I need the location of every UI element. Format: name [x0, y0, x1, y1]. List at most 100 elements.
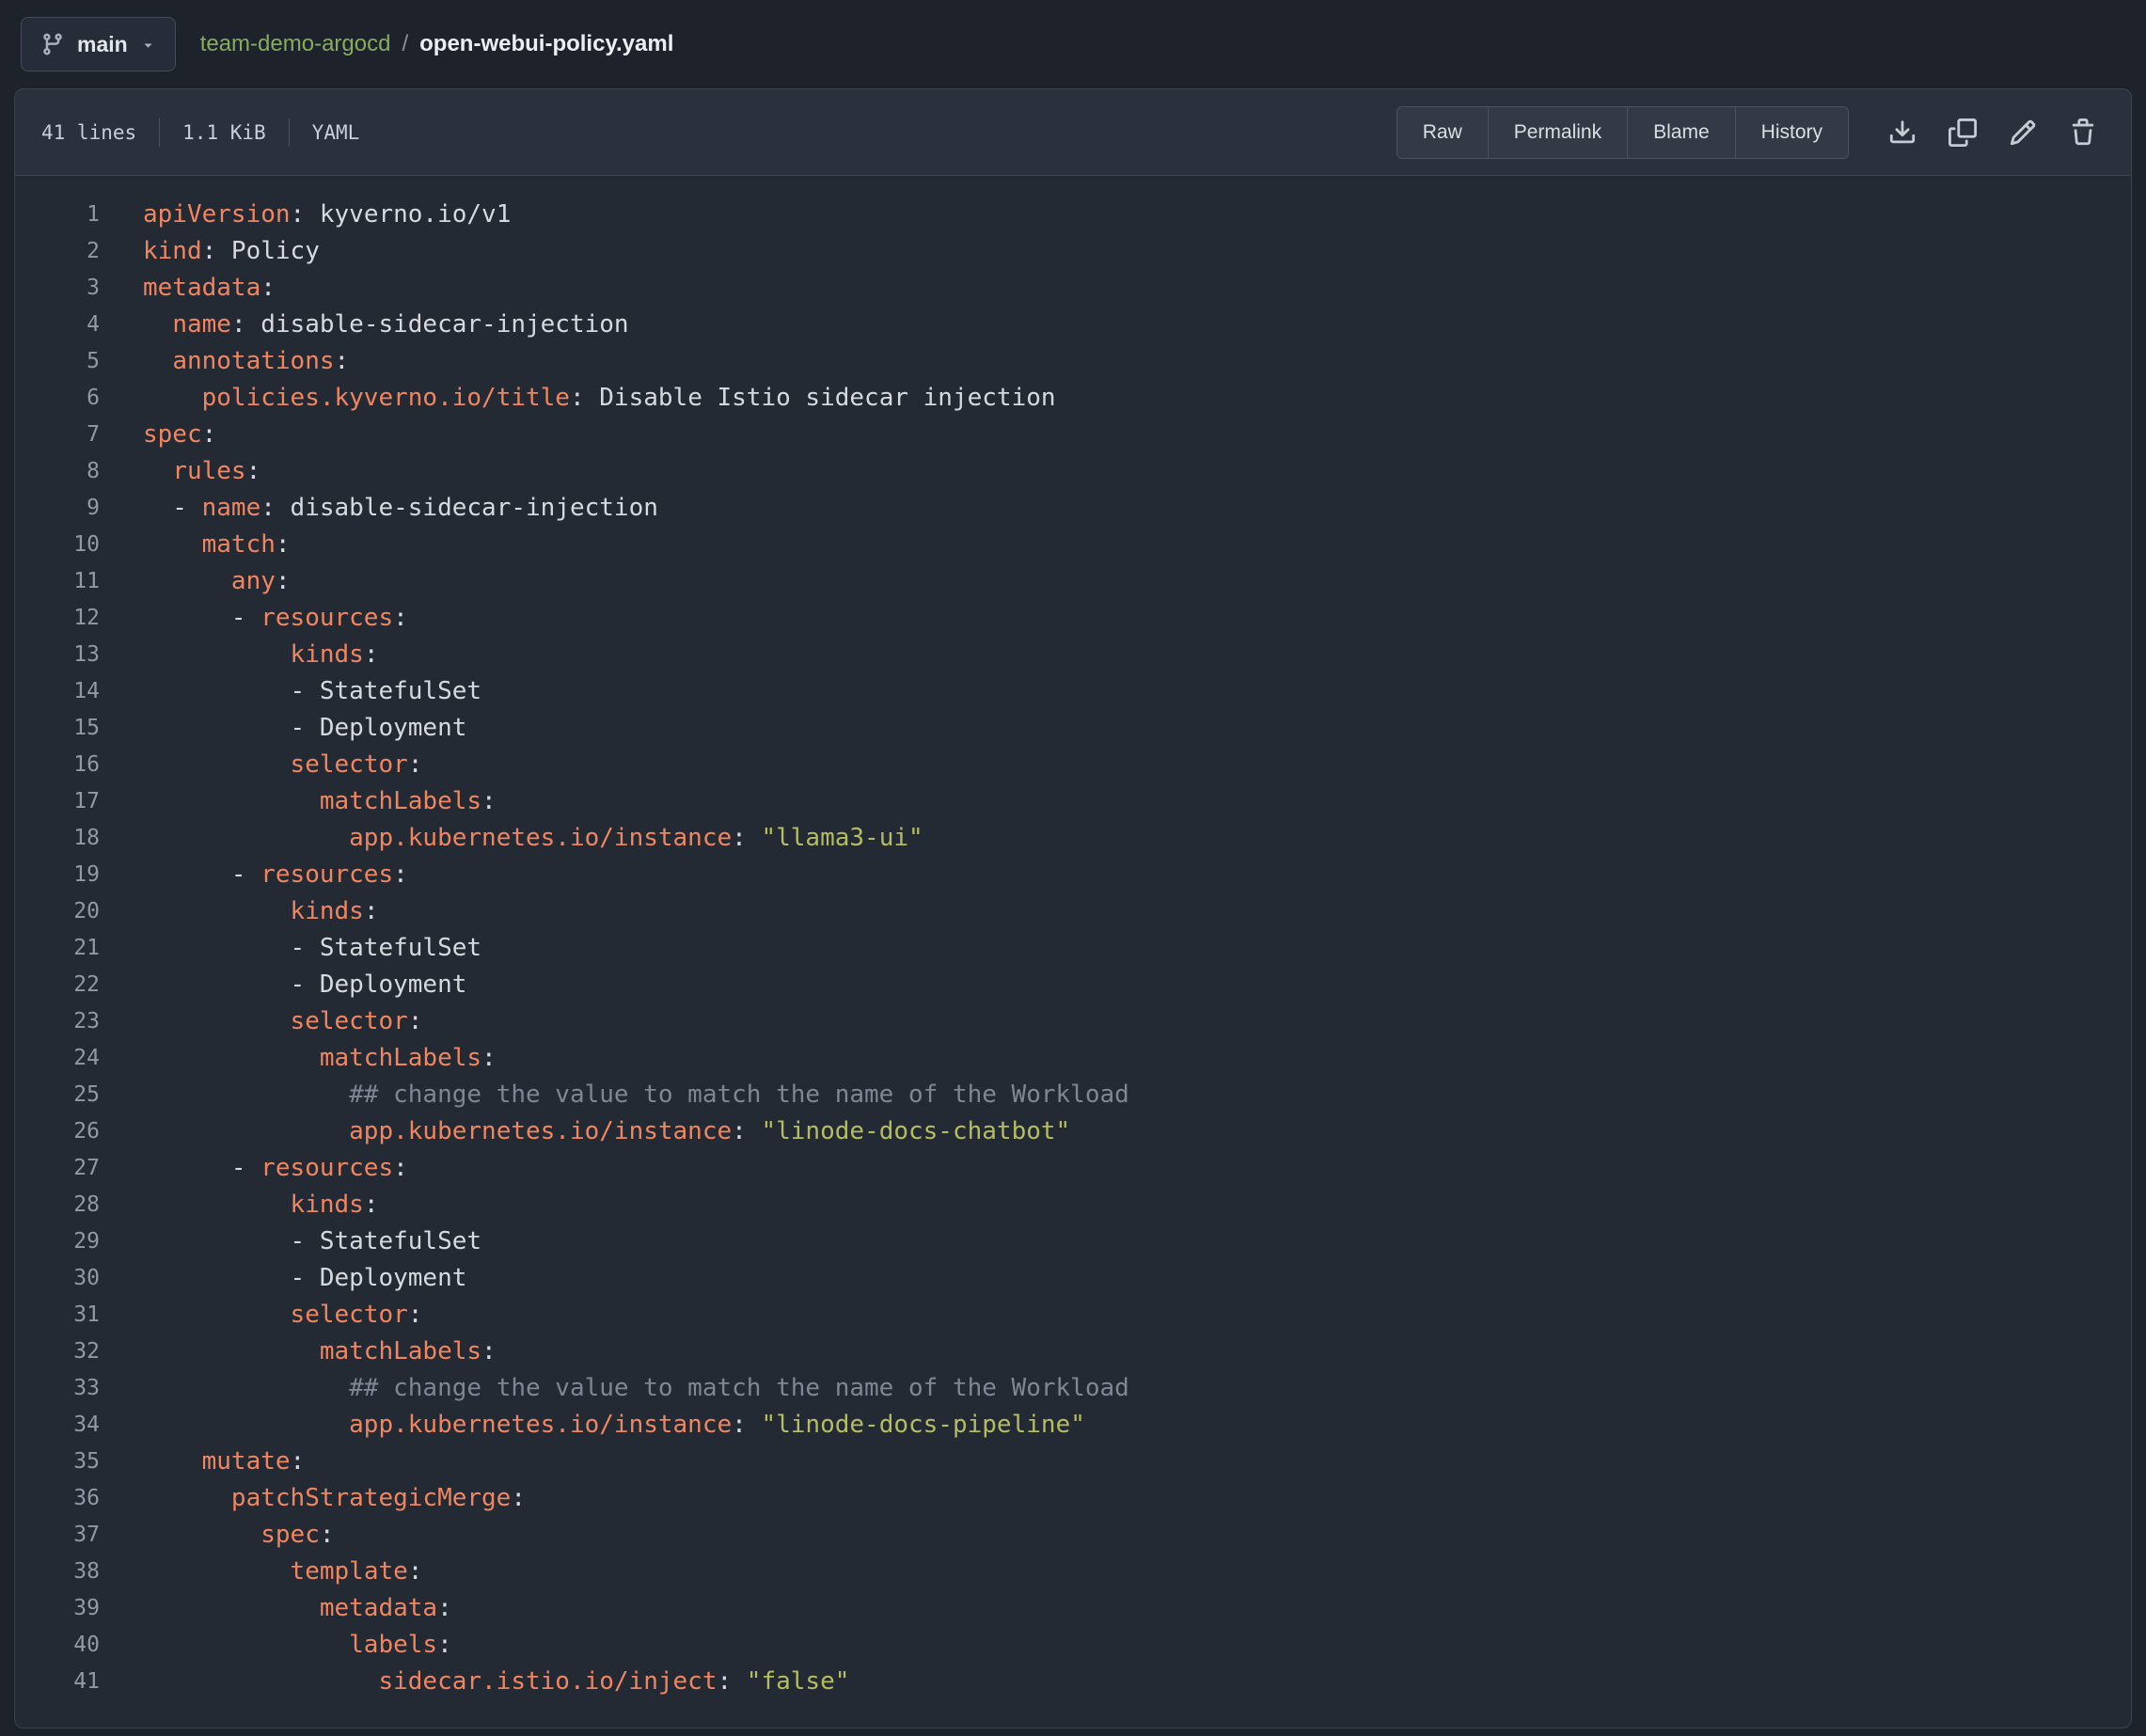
line-number[interactable]: 33 — [15, 1370, 100, 1407]
line-content: - StatefulSet — [100, 673, 481, 710]
code-line: 11 any: — [15, 563, 2131, 600]
line-number[interactable]: 21 — [15, 930, 100, 967]
download-button[interactable] — [1881, 111, 1924, 154]
code-line: 27 - resources: — [15, 1150, 2131, 1187]
edit-button[interactable] — [2001, 111, 2044, 154]
line-number[interactable]: 6 — [15, 380, 100, 417]
line-number[interactable]: 7 — [15, 417, 100, 453]
line-number[interactable]: 10 — [15, 527, 100, 563]
code-line: 33 ## change the value to match the name… — [15, 1370, 2131, 1407]
code-line: 9 - name: disable-sidecar-injection — [15, 490, 2131, 527]
breadcrumb: team-demo-argocd / open-webui-policy.yam… — [200, 31, 674, 57]
line-number[interactable]: 24 — [15, 1040, 100, 1077]
code-line: 6 policies.kyverno.io/title: Disable Ist… — [15, 380, 2131, 417]
raw-button[interactable]: Raw — [1396, 106, 1489, 159]
line-content: policies.kyverno.io/title: Disable Istio… — [100, 380, 1056, 417]
line-content: selector: — [100, 1297, 422, 1334]
line-content: app.kubernetes.io/instance: "linode-docs… — [100, 1113, 1070, 1150]
divider — [289, 118, 290, 147]
line-number[interactable]: 14 — [15, 673, 100, 710]
blame-button[interactable]: Blame — [1627, 106, 1736, 159]
line-number[interactable]: 12 — [15, 600, 100, 637]
download-icon — [1888, 118, 1917, 147]
line-content: metadata: — [100, 1590, 452, 1627]
line-number[interactable]: 40 — [15, 1627, 100, 1664]
line-number[interactable]: 39 — [15, 1590, 100, 1627]
code-line: 34 app.kubernetes.io/instance: "linode-d… — [15, 1407, 2131, 1444]
code-line: 2kind: Policy — [15, 233, 2131, 270]
branch-selector[interactable]: main — [21, 17, 176, 71]
copy-button[interactable] — [1941, 111, 1984, 154]
line-number[interactable]: 36 — [15, 1480, 100, 1517]
code-line: 41 sidecar.istio.io/inject: "false" — [15, 1664, 2131, 1700]
line-content: spec: — [100, 1517, 335, 1554]
line-number[interactable]: 35 — [15, 1444, 100, 1480]
line-content: any: — [100, 563, 291, 600]
code-line: 3metadata: — [15, 270, 2131, 307]
line-number[interactable]: 30 — [15, 1260, 100, 1297]
line-content: app.kubernetes.io/instance: "linode-docs… — [100, 1407, 1085, 1444]
code-line: 17 matchLabels: — [15, 783, 2131, 820]
branch-name: main — [77, 32, 128, 57]
line-content: ## change the value to match the name of… — [100, 1077, 1129, 1113]
code-line: 21 - StatefulSet — [15, 930, 2131, 967]
line-number[interactable]: 41 — [15, 1664, 100, 1700]
line-number[interactable]: 27 — [15, 1150, 100, 1187]
code-line: 22 - Deployment — [15, 967, 2131, 1003]
line-number[interactable]: 9 — [15, 490, 100, 527]
line-number[interactable]: 16 — [15, 747, 100, 783]
line-content: rules: — [100, 453, 260, 490]
line-number[interactable]: 17 — [15, 783, 100, 820]
line-number[interactable]: 20 — [15, 893, 100, 930]
code-line: 13 kinds: — [15, 637, 2131, 673]
line-number[interactable]: 29 — [15, 1223, 100, 1260]
copy-icon — [1949, 118, 1977, 147]
permalink-button[interactable]: Permalink — [1488, 106, 1628, 159]
line-content: annotations: — [100, 343, 349, 380]
code-line: 25 ## change the value to match the name… — [15, 1077, 2131, 1113]
line-number[interactable]: 4 — [15, 307, 100, 343]
line-number[interactable]: 37 — [15, 1517, 100, 1554]
code-line: 18 app.kubernetes.io/instance: "llama3-u… — [15, 820, 2131, 857]
code-line: 7spec: — [15, 417, 2131, 453]
line-number[interactable]: 28 — [15, 1187, 100, 1223]
line-number[interactable]: 34 — [15, 1407, 100, 1444]
line-number[interactable]: 2 — [15, 233, 100, 270]
code-line: 16 selector: — [15, 747, 2131, 783]
line-content: selector: — [100, 747, 422, 783]
line-content: template: — [100, 1554, 422, 1590]
code-line: 4 name: disable-sidecar-injection — [15, 307, 2131, 343]
code-line: 19 - resources: — [15, 857, 2131, 893]
line-number[interactable]: 11 — [15, 563, 100, 600]
line-number[interactable]: 15 — [15, 710, 100, 747]
chevron-down-icon — [140, 37, 156, 53]
file-language: YAML — [312, 121, 360, 144]
line-number[interactable]: 32 — [15, 1334, 100, 1370]
line-content: - StatefulSet — [100, 930, 481, 967]
line-number[interactable]: 22 — [15, 967, 100, 1003]
code-line: 14 - StatefulSet — [15, 673, 2131, 710]
line-number[interactable]: 13 — [15, 637, 100, 673]
line-number[interactable]: 5 — [15, 343, 100, 380]
line-content: - Deployment — [100, 967, 466, 1003]
file-viewer: 41 lines 1.1 KiB YAML Raw Permalink Blam… — [14, 88, 2132, 1728]
line-number[interactable]: 19 — [15, 857, 100, 893]
line-content: metadata: — [100, 270, 276, 307]
line-number[interactable]: 25 — [15, 1077, 100, 1113]
line-number[interactable]: 31 — [15, 1297, 100, 1334]
history-button[interactable]: History — [1735, 106, 1849, 159]
line-number[interactable]: 26 — [15, 1113, 100, 1150]
line-number[interactable]: 3 — [15, 270, 100, 307]
code-line: 35 mutate: — [15, 1444, 2131, 1480]
line-number[interactable]: 8 — [15, 453, 100, 490]
file-size: 1.1 KiB — [182, 121, 266, 144]
line-number[interactable]: 1 — [15, 197, 100, 233]
line-number[interactable]: 38 — [15, 1554, 100, 1590]
code-line: 1apiVersion: kyverno.io/v1 — [15, 197, 2131, 233]
code-line: 26 app.kubernetes.io/instance: "linode-d… — [15, 1113, 2131, 1150]
line-number[interactable]: 18 — [15, 820, 100, 857]
delete-button[interactable] — [2061, 111, 2105, 154]
line-number[interactable]: 23 — [15, 1003, 100, 1040]
repo-link[interactable]: team-demo-argocd — [200, 31, 391, 57]
code-line: 20 kinds: — [15, 893, 2131, 930]
